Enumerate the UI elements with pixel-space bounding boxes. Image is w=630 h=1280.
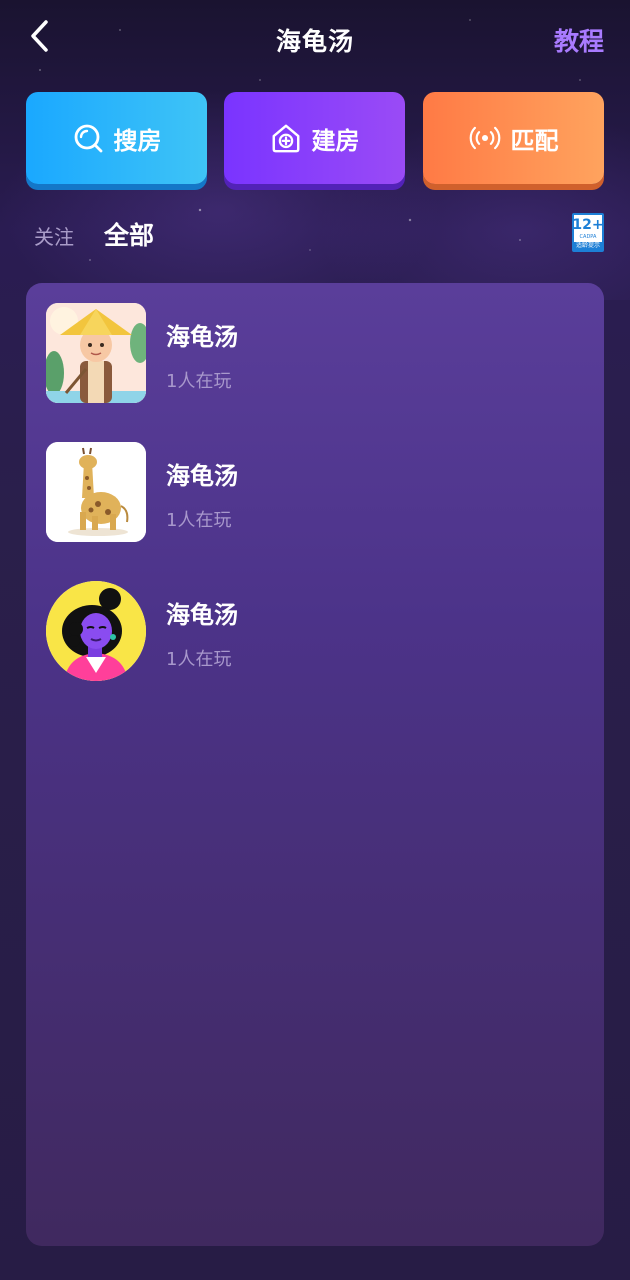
room-player-count: 1人在玩	[166, 510, 232, 531]
room-name: 海龟汤	[166, 462, 238, 490]
tab-all[interactable]: 全部	[104, 216, 154, 252]
age-rating-value: 12+	[572, 217, 604, 233]
room-name: 海龟汤	[166, 323, 238, 351]
create-room-button[interactable]: 建房	[224, 92, 405, 184]
search-room-button[interactable]: 搜房	[26, 92, 207, 184]
search-room-label: 搜房	[113, 126, 162, 155]
age-rating-caption: 适龄提示	[574, 242, 602, 250]
purple-woman-avatar	[46, 581, 146, 681]
room-name: 海龟汤	[166, 601, 238, 629]
tab-follow[interactable]: 关注	[34, 221, 74, 250]
match-button[interactable]: 匹配	[423, 92, 604, 184]
tutorial-link[interactable]: 教程	[554, 22, 604, 58]
age-rating-org: CADPA	[579, 234, 597, 240]
action-buttons: 搜房 建房 匹配	[26, 92, 604, 190]
room-list-item[interactable]: 海龟汤 1人在玩	[46, 442, 586, 542]
search-icon	[72, 122, 104, 154]
age-rating-badge: 12+ CADPA 适龄提示	[572, 213, 604, 252]
top-bar: 海龟汤 教程	[0, 0, 630, 76]
match-label: 匹配	[510, 126, 559, 155]
room-list-panel: 海龟汤 1人在玩 海龟汤 1人在玩 海龟汤 1人在玩	[26, 283, 604, 1246]
room-list-item[interactable]: 海龟汤 1人在玩	[46, 303, 586, 403]
giraffe-avatar	[46, 442, 146, 542]
create-room-label: 建房	[311, 126, 360, 155]
filter-tabs: 关注 全部	[34, 216, 154, 256]
house-plus-icon	[270, 122, 302, 154]
room-player-count: 1人在玩	[166, 371, 232, 392]
farmer-straw-hat-avatar	[46, 303, 146, 403]
room-list-item[interactable]: 海龟汤 1人在玩	[46, 581, 586, 681]
broadcast-icon	[469, 122, 501, 154]
page-title: 海龟汤	[275, 27, 354, 56]
room-player-count: 1人在玩	[166, 649, 232, 670]
